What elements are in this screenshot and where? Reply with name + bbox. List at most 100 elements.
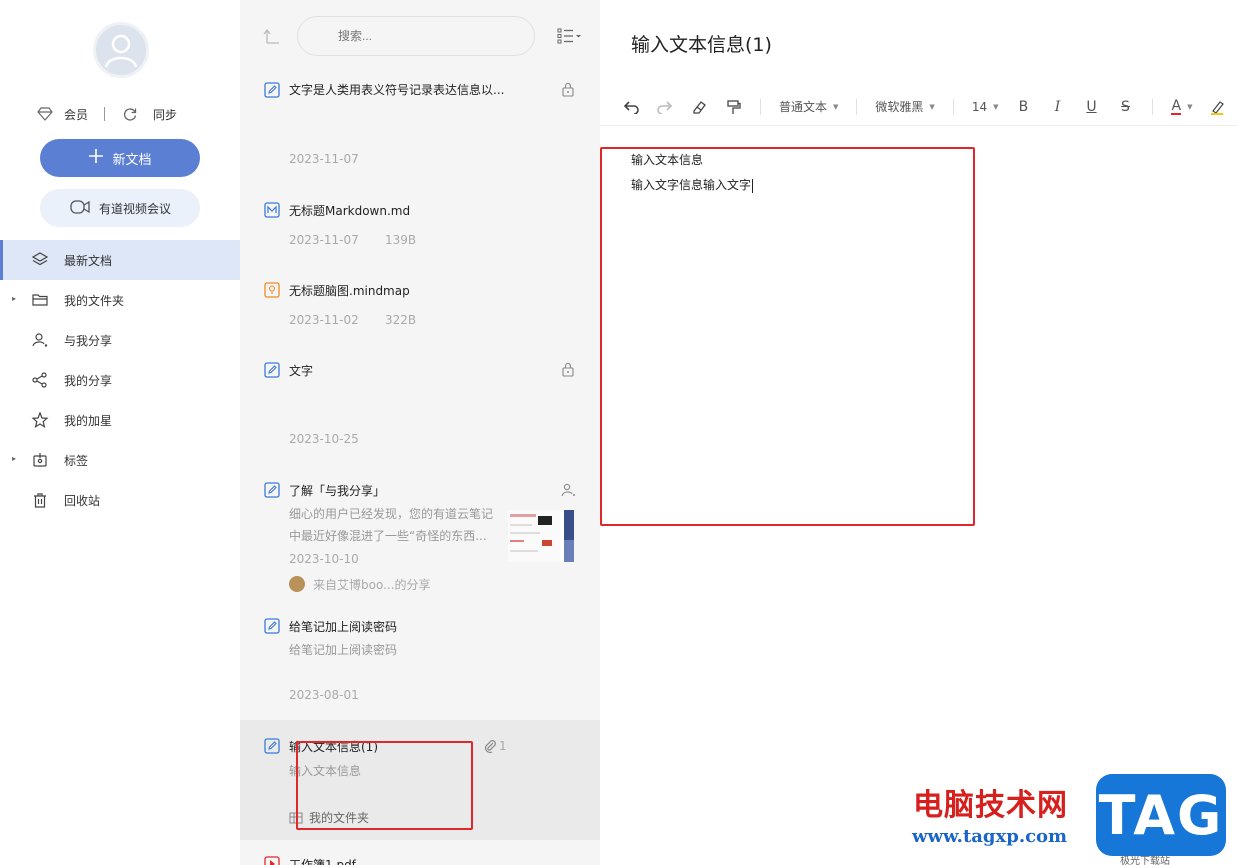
doc-title: 无标题Markdown.md <box>289 204 411 218</box>
chevron-down-icon: ▼ <box>833 102 839 111</box>
doc-folder: 我的文件夹 <box>309 811 370 825</box>
sidebar-item-starred[interactable]: 我的加星 <box>0 400 240 440</box>
list-item-selected[interactable]: 输入文本信息(1) 1 输入文本信息 我的文件夹 <box>240 720 600 840</box>
bold-button[interactable]: B <box>1006 92 1040 122</box>
watermark: 电脑技术网 www.tagxp.com TAG 极光下载站 www.xz7.co… <box>910 774 1238 865</box>
search-input[interactable] <box>297 16 535 56</box>
sidebar-item-my-shares[interactable]: 我的分享 <box>0 360 240 400</box>
tag-icon <box>31 451 49 469</box>
shared-with-me-icon <box>31 331 49 349</box>
sidebar-item-tags[interactable]: ▸ 标签 <box>0 440 240 480</box>
sidebar-item-shared-with-me[interactable]: 与我分享 <box>0 320 240 360</box>
chevron-down-icon: ▼ <box>993 102 999 111</box>
expand-caret-icon[interactable]: ▸ <box>12 294 16 303</box>
italic-button[interactable]: I <box>1040 92 1074 122</box>
list-item[interactable]: 无标题Markdown.md 2023-11-07 139B <box>240 198 600 278</box>
lock-icon <box>560 82 576 98</box>
sidebar-item-label: 我的分享 <box>64 373 113 388</box>
video-icon <box>69 198 91 219</box>
format-toolbar: 普通文本 ▼ 微软雅黑 ▼ 14 ▼ B I U S A ▼ <box>600 88 1238 126</box>
app-window: 会员 同步 新文档 有道视频会议 最新文档 ▸ 我的文件夹 与我分享 我的分享 … <box>0 0 1238 865</box>
list-item[interactable]: 无标题脑图.mindmap 2023-11-02 322B <box>240 278 600 358</box>
watermark-small-text: 极光下载站 www.xz7.com <box>1120 856 1170 865</box>
list-item[interactable]: 了解「与我分享」 细心的用户已经发现，您的有道云笔记 中最近好像混进了一些“奇怪… <box>240 478 600 608</box>
font-color-icon: A <box>1171 97 1182 115</box>
doc-size: 139B <box>385 233 417 247</box>
note-icon <box>264 482 280 498</box>
highlighter-icon[interactable] <box>1200 92 1234 122</box>
watermark-title: 电脑技术网 <box>913 788 1068 823</box>
content-line: 输入文本信息 <box>631 153 704 167</box>
paperclip-icon <box>482 738 498 754</box>
doc-title: 无标题脑图.mindmap <box>289 284 410 298</box>
new-doc-button[interactable]: 新文档 <box>40 139 200 177</box>
member-sync-row: 会员 同步 <box>36 104 206 124</box>
video-meeting-button[interactable]: 有道视频会议 <box>40 189 200 227</box>
sidebar-item-latest[interactable]: 最新文档 <box>0 240 240 280</box>
list-item[interactable]: 文字是人类用表义符号记录表达信息以... 2023-11-07 <box>240 72 600 198</box>
doc-title: 工作簿1.pdf <box>289 858 356 865</box>
strikethrough-button[interactable]: S <box>1108 92 1142 122</box>
doc-title: 了解「与我分享」 <box>289 484 386 498</box>
expand-caret-icon[interactable]: ▸ <box>12 454 16 463</box>
undo-icon[interactable] <box>614 92 648 122</box>
eraser-icon[interactable] <box>682 92 716 122</box>
back-up-icon[interactable] <box>262 26 282 46</box>
doc-date: 2023-08-01 <box>289 688 359 702</box>
user-icon <box>104 34 138 68</box>
editor-content[interactable]: 输入文本信息 输入文字信息输入文字 <box>631 148 754 198</box>
font-size-dropdown[interactable]: 14 ▼ <box>964 92 1007 122</box>
font-family-value: 微软雅黑 <box>875 100 924 114</box>
new-doc-label: 新文档 <box>112 152 152 168</box>
list-item[interactable]: 工作簿1.pdf <box>240 850 600 865</box>
pdf-icon <box>264 856 280 865</box>
sidebar-item-folders[interactable]: ▸ 我的文件夹 <box>0 280 240 320</box>
redo-icon[interactable] <box>648 92 682 122</box>
lock-icon <box>560 362 576 378</box>
list-header <box>240 0 600 70</box>
highlight-box <box>600 147 975 526</box>
doc-date: 2023-11-07 <box>289 233 359 247</box>
sidebar-item-trash[interactable]: 回收站 <box>0 480 240 520</box>
doc-date: 2023-11-07 <box>289 152 359 166</box>
document-title[interactable]: 输入文本信息(1) <box>631 30 772 57</box>
list-view-icon[interactable] <box>556 27 582 45</box>
paragraph-style-value: 普通文本 <box>779 100 828 114</box>
format-painter-icon[interactable] <box>716 92 750 122</box>
share-icon <box>31 371 49 389</box>
avatar[interactable] <box>93 22 149 78</box>
member-link[interactable]: 会员 <box>64 106 88 123</box>
sidebar-item-label: 最新文档 <box>64 253 113 268</box>
doc-title: 文字 <box>289 364 314 378</box>
note-icon <box>264 82 280 98</box>
mindmap-icon <box>264 282 280 298</box>
doc-date: 2023-11-02 <box>289 313 359 327</box>
sidebar: 会员 同步 新文档 有道视频会议 最新文档 ▸ 我的文件夹 与我分享 我的分享 … <box>0 0 240 865</box>
toolbar-divider <box>856 98 858 115</box>
sharer-avatar <box>289 576 305 592</box>
watermark-url: www.tagxp.com <box>912 826 1068 847</box>
sync-icon[interactable] <box>121 105 139 123</box>
paragraph-style-dropdown[interactable]: 普通文本 ▼ <box>771 92 846 122</box>
watermark-logo: TAG <box>1096 774 1226 856</box>
font-color-dropdown[interactable]: A ▼ <box>1163 92 1200 122</box>
note-icon <box>264 618 280 634</box>
sync-link[interactable]: 同步 <box>153 106 177 123</box>
editor-panel: 输入文本信息(1) 普通文本 ▼ 微软雅黑 ▼ 14 ▼ B I U S A ▼… <box>600 0 1238 865</box>
trash-icon <box>31 491 49 509</box>
folder-small-icon <box>289 810 303 829</box>
doc-date: 2023-10-25 <box>289 432 359 446</box>
sidebar-item-label: 回收站 <box>64 493 101 508</box>
markdown-icon <box>264 202 280 218</box>
attachment-count: 1 <box>499 739 507 753</box>
doc-excerpt: 输入文本信息 <box>289 764 362 778</box>
list-item[interactable]: 文字 2023-10-25 <box>240 358 600 468</box>
sidebar-item-label: 我的文件夹 <box>64 293 125 308</box>
list-item[interactable]: 给笔记加上阅读密码 给笔记加上阅读密码 2023-08-01 <box>240 614 600 720</box>
doc-excerpt: 中最近好像混进了一些“奇怪的东西... <box>289 529 487 543</box>
doc-thumbnail <box>508 510 574 562</box>
doc-size: 322B <box>385 313 417 327</box>
underline-button[interactable]: U <box>1074 92 1108 122</box>
font-family-dropdown[interactable]: 微软雅黑 ▼ <box>867 92 942 122</box>
layers-icon <box>31 251 49 269</box>
